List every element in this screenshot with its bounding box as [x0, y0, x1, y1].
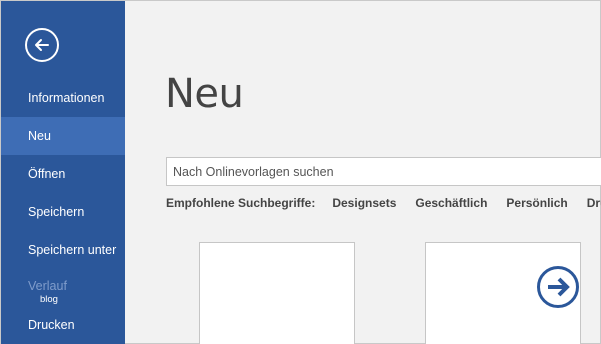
suggested-searches-label: Empfohlene Suchbegriffe:	[166, 196, 316, 210]
blank-document-template[interactable]	[199, 242, 355, 344]
sidebar-item-label: Informationen	[28, 91, 105, 105]
watermark-text: blog	[40, 294, 58, 305]
sidebar-item-label: Öffnen	[28, 167, 66, 181]
page-title: Neu	[165, 71, 244, 117]
suggestion-link[interactable]: Druck	[587, 196, 601, 210]
new-document-panel: Neu Empfohlene Suchbegriffe: Designsets …	[125, 1, 601, 344]
arrow-right-circle-icon	[536, 265, 580, 309]
sidebar-item-neu[interactable]: Neu	[1, 117, 125, 155]
suggested-searches: Empfohlene Suchbegriffe: Designsets Gesc…	[166, 196, 601, 210]
sidebar-item-label: Drucken	[28, 318, 75, 332]
sidebar-item-label: Verlauf	[28, 279, 67, 293]
sidebar-item-speichern[interactable]: Speichern	[1, 193, 125, 231]
sidebar-item-label: Speichern	[28, 205, 85, 219]
suggestion-link[interactable]: Persönlich	[506, 196, 567, 210]
back-arrow-icon	[35, 39, 49, 51]
search-input[interactable]	[167, 158, 601, 185]
sidebar-item-verlauf: Verlauf	[1, 267, 125, 305]
back-button[interactable]	[25, 28, 59, 62]
sidebar-item-informationen[interactable]: Informationen	[1, 79, 125, 117]
tour-template[interactable]	[425, 242, 581, 344]
sidebar-item-speichern-unter[interactable]: Speichern unter	[1, 231, 125, 269]
sidebar-item-label: Neu	[28, 129, 51, 143]
template-search-box[interactable]	[166, 157, 601, 186]
sidebar-item-drucken[interactable]: Drucken	[1, 306, 125, 344]
sidebar-item-oeffnen[interactable]: Öffnen	[1, 155, 125, 193]
suggestion-link[interactable]: Geschäftlich	[415, 196, 487, 210]
backstage-sidebar: Informationen Neu Öffnen Speichern Speic…	[1, 1, 125, 344]
suggestion-link[interactable]: Designsets	[332, 196, 396, 210]
sidebar-item-label: Speichern unter	[28, 243, 117, 257]
